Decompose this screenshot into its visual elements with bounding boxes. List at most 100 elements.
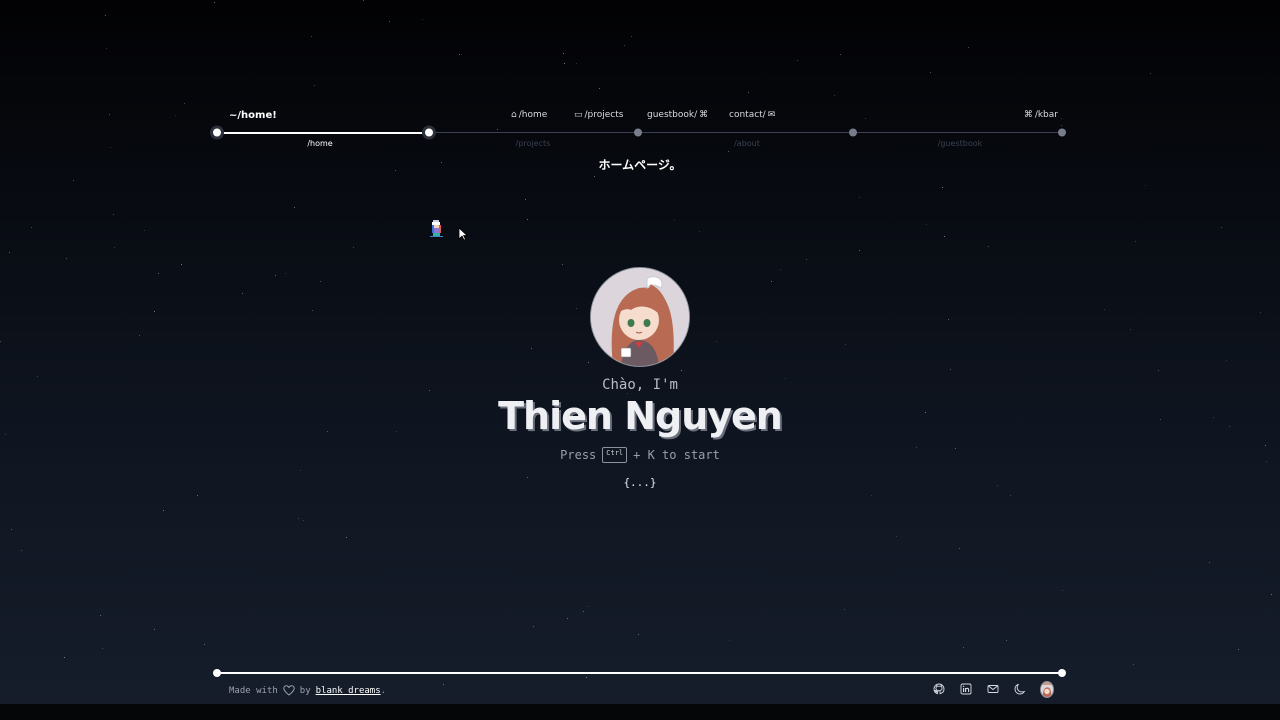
profile-avatar [590,267,690,367]
track-dot-start[interactable] [213,128,221,137]
star [797,60,799,62]
made-with-label: Made with [229,685,278,696]
star [153,629,155,631]
star [967,46,969,48]
star [1157,369,1159,371]
star [575,63,577,65]
star [63,657,65,659]
star [300,470,302,472]
star [104,14,106,16]
email-link[interactable] [986,682,1000,696]
star [30,226,32,228]
track-dot-end[interactable] [1058,128,1066,137]
star [1061,124,1063,126]
mail-icon [987,685,999,693]
nav-projects-label: /projects [584,110,624,120]
track-label-about[interactable]: /about [734,139,760,148]
linkedin-icon [960,683,972,695]
star [576,307,578,309]
kbar-button[interactable]: ⌘ /kbar [1024,110,1058,120]
star [100,615,102,617]
star [1006,640,1008,642]
star [963,647,965,649]
star [525,199,527,201]
star [840,53,842,55]
track-label-home[interactable]: /home [307,139,332,148]
greeting-text: Chào, I'm [602,377,678,393]
star [533,625,535,627]
footer-period: . [380,685,387,696]
footer-divider [217,672,1063,674]
star [1133,663,1135,665]
star [949,369,951,371]
star [583,610,585,612]
mouse-cursor-icon [458,227,468,241]
social-links [932,680,1054,698]
nav-projects[interactable]: ▭ /projects [574,110,623,120]
star [631,36,633,38]
star [241,293,243,295]
star [1129,329,1131,331]
star [1104,308,1106,310]
star [320,281,322,283]
nav-guestbook[interactable]: guestbook/ ⌘ [647,110,708,120]
hint-prefix: Press [560,448,597,462]
star [21,550,23,552]
star [313,85,315,87]
star [567,617,569,619]
hint-suffix: + K to start [633,448,720,462]
github-icon [933,683,945,695]
star [1237,648,1239,650]
footer-dot-start [213,669,221,677]
track-dot-projects[interactable] [425,128,433,137]
nav-home[interactable]: ⌂ /home [511,110,547,120]
star [1145,185,1147,187]
pixel-character-sprite [430,220,443,237]
star [858,196,860,198]
github-link[interactable] [932,682,946,696]
star [311,35,313,37]
page: ~/home! ⌂ /home ▭ /projects guestbook/ ⌘… [0,0,1280,720]
theme-toggle[interactable] [1013,682,1027,696]
star [834,95,836,97]
star [362,0,364,2]
linkedin-link[interactable] [959,682,973,696]
avatar-image [1041,684,1053,697]
command-icon: ⌘ [1023,110,1033,120]
star [352,246,354,248]
star [294,207,296,209]
author-link[interactable]: blank_dreams [316,686,381,696]
star [10,529,12,531]
star [110,147,112,149]
track-label-projects[interactable]: /projects [516,139,551,148]
track-dot-guestbook[interactable] [849,128,857,137]
star [112,213,114,215]
star [947,319,949,321]
star [197,494,199,496]
star [858,250,860,252]
star [1259,311,1261,313]
more-toggle[interactable]: {...} [0,476,1280,489]
star [66,258,68,260]
command-icon: ⌘ [699,110,709,120]
nav-guestbook-label: guestbook/ [647,110,698,120]
star [930,72,932,74]
star [563,62,565,64]
keyboard-hint: Press Ctrl + K to start [0,447,1280,463]
star [101,648,103,650]
ctrl-key-icon: Ctrl [602,447,628,463]
user-menu[interactable] [1040,680,1054,698]
star [594,175,596,177]
nav-contact[interactable]: contact/ ✉ [729,110,775,120]
star [926,223,928,225]
star [162,509,164,511]
star [105,47,107,49]
star [805,259,807,261]
star [770,281,772,283]
star [1208,561,1210,563]
track-dot-about[interactable] [634,128,642,137]
track-label-guestbook[interactable]: /guestbook [938,139,983,148]
star [302,520,304,522]
star [1150,73,1152,75]
star [959,547,961,549]
